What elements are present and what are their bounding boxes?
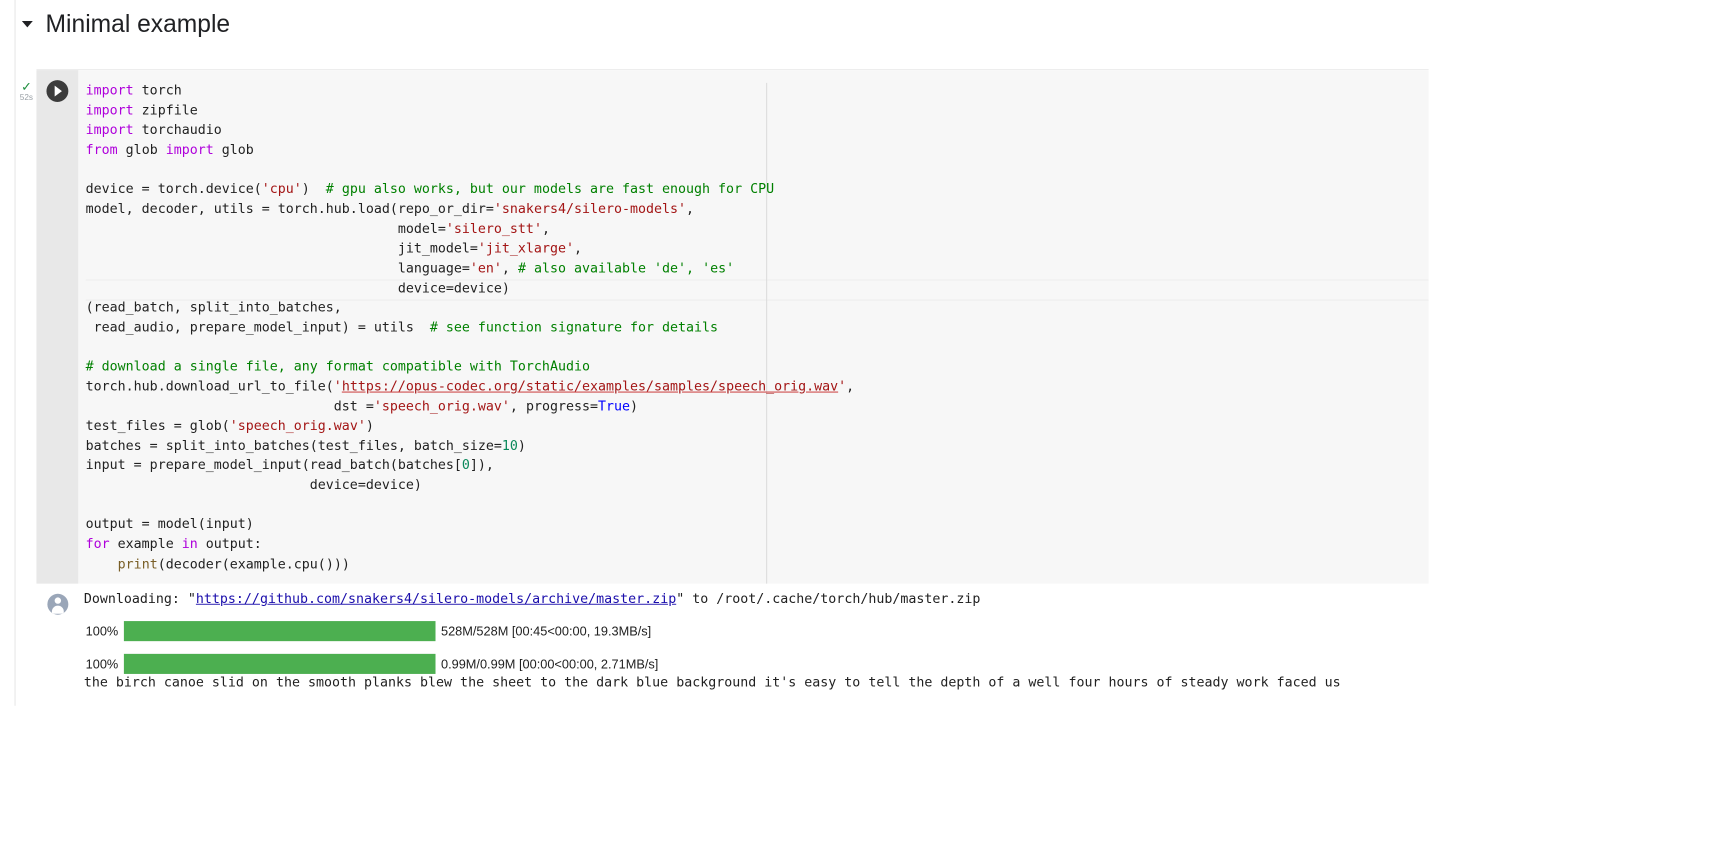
- execution-time: 52s: [19, 92, 34, 102]
- progress-stats: 528M/528M [00:45<00:00, 19.3MB/s]: [440, 623, 652, 639]
- code-line[interactable]: print(decoder(example.cpu())): [86, 556, 350, 571]
- code-line[interactable]: device=device): [86, 477, 422, 492]
- transcript-output: the birch canoe slid on the smooth plank…: [83, 674, 1341, 691]
- progress-fill: [123, 621, 436, 642]
- code-content[interactable]: import torch import zipfile import torch…: [86, 81, 855, 574]
- section-header: Minimal example: [18, 5, 230, 41]
- download-link[interactable]: https://github.com/snakers4/silero-model…: [196, 591, 676, 606]
- code-line[interactable]: device=device): [86, 280, 510, 295]
- notebook-page: Minimal example ✓ 52s import torch impor…: [0, 0, 1568, 775]
- section-title: Minimal example: [45, 9, 231, 37]
- section-rule: [14, 0, 16, 706]
- code-line[interactable]: torch.hub.download_url_to_file('https://…: [86, 379, 855, 394]
- progress-fill: [123, 653, 436, 674]
- code-line[interactable]: language='en', # also available 'de', 'e…: [86, 260, 734, 275]
- progress-percent: 100%: [85, 623, 119, 639]
- code-line[interactable]: import zipfile: [86, 103, 198, 118]
- user-avatar-icon: [47, 593, 69, 615]
- code-line[interactable]: model, decoder, utils = torch.hub.load(r…: [86, 201, 694, 216]
- check-icon: ✓: [21, 79, 32, 94]
- progress-bar: [123, 621, 436, 642]
- progress-stats: 0.99M/0.99M [00:00<00:00, 2.71MB/s]: [440, 656, 659, 672]
- code-line[interactable]: jit_model='jit_xlarge',: [86, 241, 582, 256]
- code-line[interactable]: read_audio, prepare_model_input) = utils…: [86, 320, 718, 335]
- code-line[interactable]: model='silero_stt',: [86, 221, 550, 236]
- code-cell: import torch import zipfile import torch…: [36, 69, 1429, 707]
- cell-output: Downloading: "https://github.com/snakers…: [36, 583, 1429, 707]
- download-suffix: " to /root/.cache/torch/hub/master.zip: [676, 591, 981, 607]
- progress-percent: 100%: [85, 656, 119, 672]
- code-line[interactable]: output = model(input): [86, 517, 254, 532]
- code-line[interactable]: device = torch.device('cpu') # gpu also …: [86, 181, 774, 196]
- download-message: Downloading: "https://github.com/snakers…: [84, 591, 981, 606]
- execution-status: ✓ 52s: [17, 80, 35, 102]
- code-line[interactable]: (read_batch, split_into_batches,: [86, 300, 342, 315]
- progress-row: 100% 0.99M/0.99M [00:00<00:00, 2.71MB/s]: [86, 653, 659, 675]
- code-line[interactable]: dst ='speech_orig.wav', progress=True): [86, 398, 638, 413]
- code-line[interactable]: input = prepare_model_input(read_batch(b…: [86, 458, 494, 473]
- code-line[interactable]: import torchaudio: [86, 122, 222, 137]
- code-line[interactable]: from glob import glob: [86, 142, 254, 157]
- code-line[interactable]: batches = split_into_batches(test_files,…: [86, 438, 526, 453]
- caret-down-icon[interactable]: [21, 20, 33, 27]
- progress-bar: [123, 653, 436, 674]
- code-line[interactable]: test_files = glob('speech_orig.wav'): [86, 418, 374, 433]
- cell-gutter: [36, 70, 79, 584]
- code-line[interactable]: # download a single file, any format com…: [86, 359, 590, 374]
- code-editor[interactable]: import torch import zipfile import torch…: [78, 70, 1429, 584]
- progress-row: 100% 528M/528M [00:45<00:00, 19.3MB/s]: [86, 620, 652, 642]
- code-line[interactable]: import torch: [86, 83, 182, 98]
- run-cell-button[interactable]: [46, 80, 69, 102]
- code-line[interactable]: for example in output:: [86, 536, 262, 551]
- download-prefix: Downloading: ": [83, 591, 196, 607]
